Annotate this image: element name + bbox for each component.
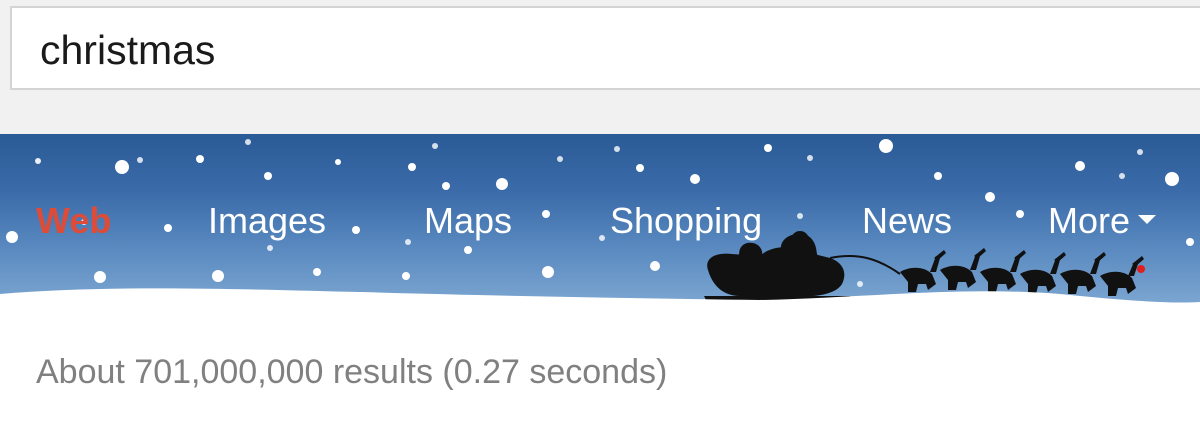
tab-web[interactable]: Web [36,196,111,246]
search-input[interactable] [40,22,1140,78]
tab-more-label: More [1048,200,1131,241]
holiday-nav-banner: Web Images Maps Shopping News More [0,134,1200,320]
tab-shopping[interactable]: Shopping [610,196,762,246]
search-nav-tabs: Web Images Maps Shopping News More [0,196,1200,246]
search-header [0,0,1200,134]
search-box[interactable] [10,6,1200,90]
caret-down-icon [1138,214,1157,224]
tab-news[interactable]: News [862,196,952,246]
tab-maps[interactable]: Maps [424,196,512,246]
tab-more[interactable]: More [1048,196,1157,246]
result-stats: About 701,000,000 results (0.27 seconds) [36,353,668,391]
snow-ground [0,288,1200,320]
reindeer-red-nose [1137,265,1145,273]
tab-images[interactable]: Images [208,196,326,246]
